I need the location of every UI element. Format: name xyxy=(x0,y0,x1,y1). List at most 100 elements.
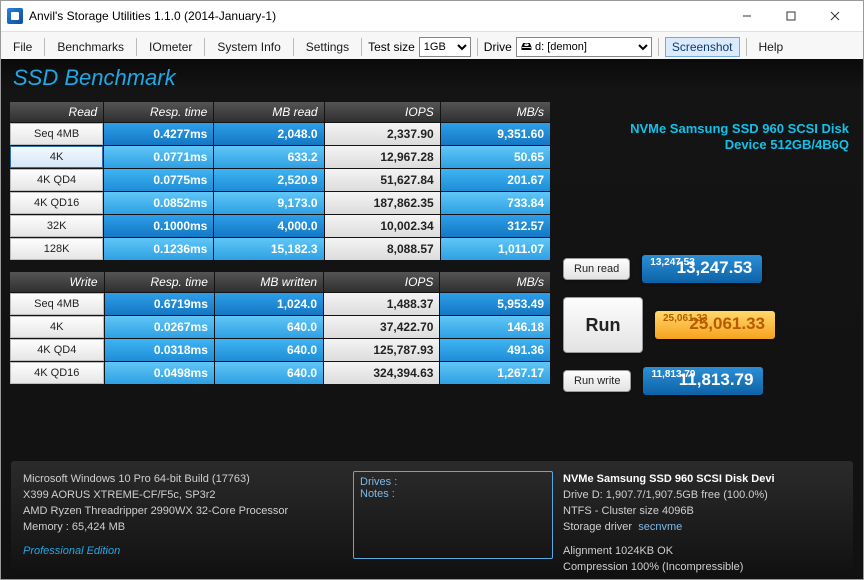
testsize-group: Test size 1GB xyxy=(368,37,471,57)
app-icon xyxy=(7,8,23,24)
cell-iops: 2,337.90 xyxy=(325,123,440,145)
cell-iops: 12,967.28 xyxy=(325,146,440,168)
cell-resp: 0.4277ms xyxy=(104,123,213,145)
cell-resp: 0.0771ms xyxy=(104,146,213,168)
cell-mb: 640.0 xyxy=(215,339,323,361)
table-row: 4K0.0267ms640.037,422.70146.18 xyxy=(10,316,550,338)
score-write: 11,813.79 11,813.79 xyxy=(643,367,763,395)
cell-iops: 51,627.84 xyxy=(325,169,440,191)
sys-mb: X399 AORUS XTREME-CF/F5c, SP3r2 xyxy=(23,487,343,503)
cell-iops: 8,088.57 xyxy=(325,238,440,260)
run-read-button[interactable]: Run read xyxy=(563,258,630,280)
menu-systeminfo[interactable]: System Info xyxy=(211,38,286,56)
cell-mb: 640.0 xyxy=(215,316,323,338)
table-row: 4K0.0771ms633.212,967.2850.65 xyxy=(10,146,550,168)
score-total: 25,061.33 25,061.33 xyxy=(655,311,775,339)
cell-mbs: 491.36 xyxy=(440,339,550,361)
minimize-button[interactable] xyxy=(725,2,769,30)
row-label[interactable]: 4K QD4 xyxy=(10,169,103,191)
table-row: 32K0.1000ms4,000.010,002.34312.57 xyxy=(10,215,550,237)
cell-mb: 2,048.0 xyxy=(214,123,323,145)
cell-mb: 4,000.0 xyxy=(214,215,323,237)
page-title: SSD Benchmark xyxy=(9,63,855,101)
maximize-button[interactable] xyxy=(769,2,813,30)
row-label[interactable]: 32K xyxy=(10,215,103,237)
menu-settings[interactable]: Settings xyxy=(300,38,355,56)
app-window: Anvil's Storage Utilities 1.1.0 (2014-Ja… xyxy=(0,0,864,580)
row-label[interactable]: Seq 4MB xyxy=(10,123,103,145)
cell-mb: 640.0 xyxy=(215,362,323,384)
col-iops-w: IOPS xyxy=(324,272,439,292)
cell-resp: 0.0852ms xyxy=(104,192,213,214)
row-label[interactable]: Seq 4MB xyxy=(10,293,104,315)
disk-capacity: Drive D: 1,907.7/1,907.5GB free (100.0%) xyxy=(563,487,841,503)
cell-mb: 1,024.0 xyxy=(215,293,323,315)
col-mbs-w: MB/s xyxy=(440,272,550,292)
cell-iops: 324,394.63 xyxy=(324,362,439,384)
disk-compression: Compression 100% (Incompressible) xyxy=(563,559,841,575)
disk-alignment: Alignment 1024KB OK xyxy=(563,543,841,559)
cell-resp: 0.0775ms xyxy=(104,169,213,191)
cell-iops: 10,002.34 xyxy=(325,215,440,237)
col-write: Write xyxy=(10,272,104,292)
col-mbs: MB/s xyxy=(441,102,550,122)
row-label[interactable]: 4K QD4 xyxy=(10,339,104,361)
close-button[interactable] xyxy=(813,2,857,30)
cell-resp: 0.0267ms xyxy=(105,316,214,338)
row-label[interactable]: 4K xyxy=(10,146,103,168)
run-button[interactable]: Run xyxy=(563,297,643,353)
disk-name: NVMe Samsung SSD 960 SCSI Disk Devi xyxy=(563,471,841,487)
row-label[interactable]: 4K QD16 xyxy=(10,362,104,384)
screenshot-button[interactable]: Screenshot xyxy=(665,37,740,57)
drives-label: Drives : xyxy=(360,476,546,488)
col-read: Read xyxy=(10,102,103,122)
sys-mem: Memory : 65,424 MB xyxy=(23,519,343,535)
sys-cpu: AMD Ryzen Threadripper 2990WX 32-Core Pr… xyxy=(23,503,343,519)
row-label[interactable]: 128K xyxy=(10,238,103,260)
row-label[interactable]: 4K QD16 xyxy=(10,192,103,214)
cell-mbs: 5,953.49 xyxy=(440,293,550,315)
cell-mb: 9,173.0 xyxy=(214,192,323,214)
notes-box[interactable]: Drives : Notes : xyxy=(353,471,553,559)
system-info: Microsoft Windows 10 Pro 64-bit Build (1… xyxy=(23,471,343,561)
run-write-button[interactable]: Run write xyxy=(563,370,631,392)
drive-label: Drive xyxy=(484,40,512,54)
footer: Microsoft Windows 10 Pro 64-bit Build (1… xyxy=(11,461,853,571)
menu-iometer[interactable]: IOmeter xyxy=(143,38,198,56)
cell-resp: 0.6719ms xyxy=(105,293,214,315)
read-table: Read Resp. time MB read IOPS MB/s Seq 4M… xyxy=(9,101,551,261)
cell-mb: 2,520.9 xyxy=(214,169,323,191)
cell-mbs: 312.57 xyxy=(441,215,550,237)
notes-label: Notes : xyxy=(360,488,546,500)
window-controls xyxy=(725,2,857,30)
cell-mbs: 1,011.07 xyxy=(441,238,550,260)
row-label[interactable]: 4K xyxy=(10,316,104,338)
read-header-row: Read Resp. time MB read IOPS MB/s xyxy=(10,102,550,122)
cell-mbs: 9,351.60 xyxy=(441,123,550,145)
client-area: SSD Benchmark Read Resp. time MB read IO… xyxy=(1,59,863,579)
cell-resp: 0.1236ms xyxy=(104,238,213,260)
menu-help[interactable]: Help xyxy=(753,38,790,56)
cell-iops: 37,422.70 xyxy=(324,316,439,338)
driver-link[interactable]: secnvme xyxy=(638,521,682,533)
cell-iops: 125,787.93 xyxy=(324,339,439,361)
disk-driver: Storage driver secnvme xyxy=(563,519,841,535)
window-title: Anvil's Storage Utilities 1.1.0 (2014-Ja… xyxy=(29,9,725,23)
score-total-mini: 25,061.33 xyxy=(663,313,708,324)
cell-mbs: 1,267.17 xyxy=(440,362,550,384)
device-name: NVMe Samsung SSD 960 SCSI Disk Device 51… xyxy=(630,121,849,153)
cell-mbs: 733.84 xyxy=(441,192,550,214)
device-line1: NVMe Samsung SSD 960 SCSI Disk xyxy=(630,121,849,137)
menu-file[interactable]: File xyxy=(7,38,38,56)
cell-resp: 0.0498ms xyxy=(105,362,214,384)
table-row: Seq 4MB0.6719ms1,024.01,488.375,953.49 xyxy=(10,293,550,315)
table-row: 4K QD160.0852ms9,173.0187,862.35733.84 xyxy=(10,192,550,214)
col-resp-w: Resp. time xyxy=(105,272,214,292)
testsize-select[interactable]: 1GB xyxy=(419,37,471,57)
cell-iops: 1,488.37 xyxy=(324,293,439,315)
menu-benchmarks[interactable]: Benchmarks xyxy=(51,38,130,56)
titlebar: Anvil's Storage Utilities 1.1.0 (2014-Ja… xyxy=(1,1,863,32)
drive-select[interactable]: 🖴 d: [demon] xyxy=(516,37,652,57)
notes-panel: Drives : Notes : xyxy=(353,471,553,561)
score-write-mini: 11,813.79 xyxy=(651,369,695,380)
